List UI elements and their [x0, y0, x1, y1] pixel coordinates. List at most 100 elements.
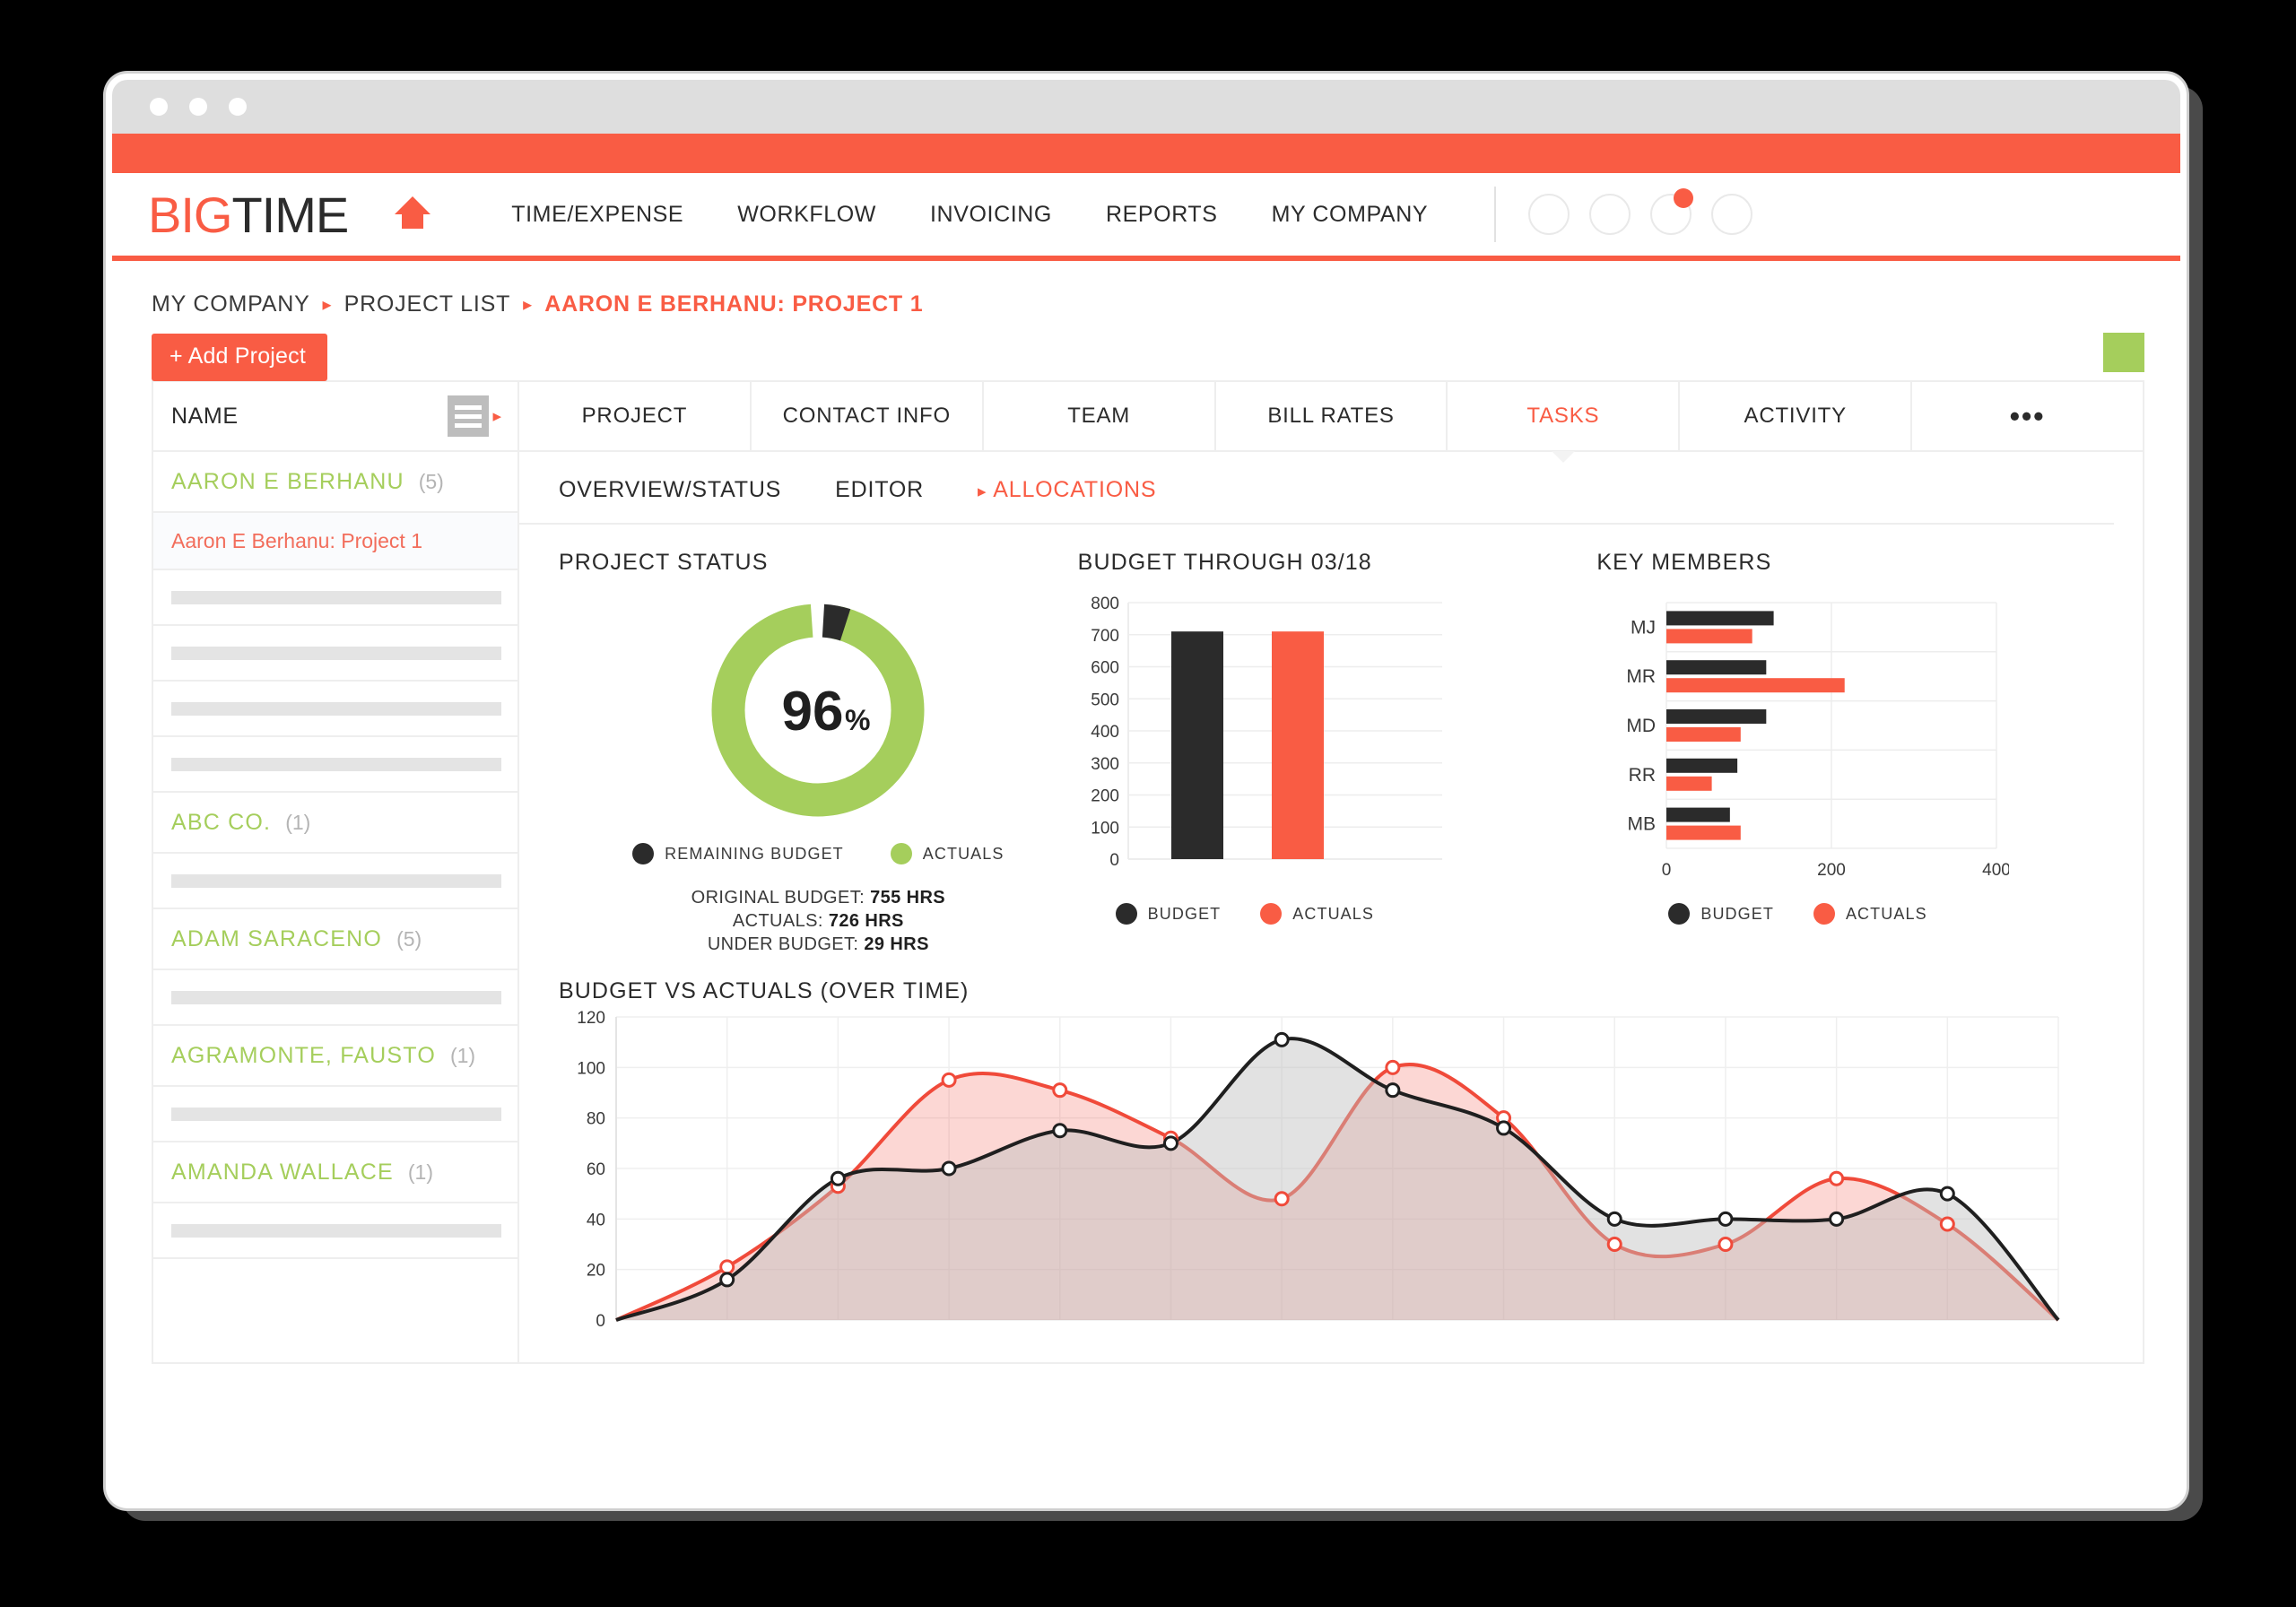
list-item[interactable] [153, 1203, 517, 1259]
legend-swatch [1115, 903, 1137, 925]
widget-budget-through: BUDGET THROUGH 03/18 0 100 200 300 400 500 600… [1078, 550, 1597, 955]
avatar-wrap-3[interactable] [1650, 188, 1694, 235]
sidebar-item-selected-project[interactable]: Aaron E Berhanu: Project 1 [153, 513, 517, 570]
sidebar-item-label: Aaron E Berhanu: Project 1 [171, 528, 422, 552]
status-marker-green[interactable] [2103, 333, 2144, 372]
list-view-icon[interactable] [448, 395, 490, 437]
nav-item-invoicing[interactable]: INVOICING [903, 202, 1079, 228]
bigtime-logo[interactable]: BIGTIME [148, 186, 349, 244]
stat-value: 726 HRS [828, 911, 904, 931]
tab-bill-rates[interactable]: BILL RATES [1216, 382, 1448, 450]
brand-top-strip [112, 134, 2180, 173]
hbar-legend: BUDGET ACTUALS [1668, 903, 2116, 925]
key-members-bar-chart: 0 200 400 MJ MR MD RR MB [1627, 602, 2011, 880]
home-icon[interactable] [391, 191, 434, 239]
stat-actuals: ACTUALS: 726 HRS [559, 911, 1078, 932]
legend-label: BUDGET [1700, 904, 1774, 923]
svg-text:20: 20 [587, 1262, 605, 1281]
notification-badge[interactable] [1674, 188, 1694, 208]
nav-item-reports[interactable]: REPORTS [1079, 202, 1245, 228]
sidebar-group-abc-co[interactable]: ABC CO. (1) [153, 793, 517, 854]
tab-tasks[interactable]: TASKS [1448, 382, 1681, 463]
avatar[interactable] [1711, 194, 1753, 235]
legend-item-remaining-budget: REMAINING BUDGET [632, 843, 844, 864]
legend-label: BUDGET [1147, 904, 1222, 923]
tab-activity[interactable]: ACTIVITY [1680, 382, 1913, 450]
nav-item-my-company[interactable]: MY COMPANY [1245, 202, 1456, 228]
svg-text:40: 40 [587, 1211, 605, 1229]
svg-text:200: 200 [1091, 787, 1119, 806]
list-item[interactable] [153, 682, 517, 737]
nav-item-time-expense[interactable]: TIME/EXPENSE [484, 202, 710, 228]
svg-text:MJ: MJ [1631, 617, 1656, 638]
stat-label: ACTUALS: [732, 911, 823, 931]
placeholder-bar [171, 873, 501, 888]
svg-text:0: 0 [1109, 851, 1119, 870]
sidebar-group-count: (5) [418, 469, 444, 493]
chevron-right-icon[interactable]: ▸ [492, 406, 501, 427]
svg-text:100: 100 [577, 1059, 605, 1078]
svg-text:800: 800 [1091, 595, 1119, 613]
column-header-name: NAME [171, 403, 239, 429]
budget-vs-actuals-area-chart: 0 20 40 60 80 100 120 [577, 1009, 2060, 1331]
budget-through-bar-chart: 0 100 200 300 400 500 600 700 800 [1091, 595, 1442, 870]
toolbar: + Add Project [112, 317, 2180, 381]
placeholder-bar [171, 701, 501, 716]
avatar-wrap-4[interactable] [1711, 194, 1753, 235]
avatar[interactable] [1589, 194, 1631, 235]
add-project-button[interactable]: + Add Project [152, 334, 328, 381]
sidebar-group-agramonte-fausto[interactable]: AGRAMONTE, FAUSTO (1) [153, 1026, 517, 1087]
sidebar-group-amanda-wallace[interactable]: AMANDA WALLACE (1) [153, 1142, 517, 1203]
nav-item-workflow[interactable]: WORKFLOW [710, 202, 903, 228]
tab-project[interactable]: PROJECT [519, 382, 752, 450]
main-nav: TIME/EXPENSE WORKFLOW INVOICING REPORTS … [484, 202, 1455, 228]
donut-legend: REMAINING BUDGET ACTUALS [559, 843, 1078, 864]
placeholder-bar [171, 590, 501, 604]
avatar-wrap-2[interactable] [1589, 194, 1631, 235]
widgets-row: PROJECT STATUS 96 % REMAINING BUDGET ACT… [519, 525, 2143, 955]
list-item[interactable] [153, 626, 517, 682]
project-list-sidebar: NAME ▸ AARON E BERHANU (5) Aaron E Berha… [152, 380, 519, 1364]
placeholder-bar [171, 757, 501, 771]
widget-title-budget-vs-actuals: BUDGET VS ACTUALS (OVER TIME) [559, 978, 970, 1003]
stat-original-budget: ORIGINAL BUDGET: 755 HRS [559, 888, 1078, 908]
svg-text:80: 80 [587, 1110, 605, 1129]
tab-team[interactable]: TEAM [984, 382, 1216, 450]
detail-subtabs: OVERVIEW/STATUS EDITOR ▸ ALLOCATIONS [519, 452, 2114, 525]
legend-swatch [890, 843, 912, 864]
svg-text:MD: MD [1627, 716, 1657, 736]
list-item[interactable] [153, 970, 517, 1026]
list-item[interactable] [153, 570, 517, 626]
logo-text-time: TIME [231, 186, 349, 243]
widget-title-budget-through: BUDGET THROUGH 03/18 [1077, 550, 1372, 575]
sidebar-group-adam-saraceno[interactable]: ADAM SARACENO (5) [153, 909, 517, 970]
donut-center-unit: % [845, 704, 870, 736]
sidebar-header: NAME ▸ [153, 382, 517, 452]
breadcrumb-item-project-list[interactable]: PROJECT LIST [344, 291, 511, 317]
breadcrumb-item-my-company[interactable]: MY COMPANY [152, 291, 310, 317]
list-item[interactable] [153, 737, 517, 793]
browser-window: BIGTIME TIME/EXPENSE WORKFLOW INVOICING … [106, 74, 2187, 1508]
tab-more-menu[interactable]: ••• [1912, 382, 2143, 450]
tab-contact-info[interactable]: CONTACT INFO [752, 382, 984, 450]
avatar-wrap-1[interactable] [1528, 194, 1570, 235]
legend-label: ACTUALS [922, 844, 1004, 863]
widget-key-members: KEY MEMBERS 0 200 400 MJ MR MD RR MB BUDGET ACT… [1596, 550, 2116, 955]
list-item[interactable] [153, 1087, 517, 1142]
list-item[interactable] [153, 854, 517, 909]
breadcrumb: MY COMPANY ▸ PROJECT LIST ▸ AARON E BERH… [112, 261, 2180, 317]
breadcrumb-item-current-project[interactable]: AARON E BERHANU: PROJECT 1 [544, 291, 923, 317]
subtab-editor[interactable]: EDITOR [835, 477, 924, 503]
subtab-allocations-label: ALLOCATIONS [993, 477, 1157, 502]
svg-text:300: 300 [1091, 755, 1119, 774]
window-close-dot[interactable] [150, 98, 168, 116]
avatar[interactable] [1528, 194, 1570, 235]
sidebar-group-aaron-e-berhanu[interactable]: AARON E BERHANU (5) [153, 452, 517, 513]
browser-titlebar [112, 80, 2180, 134]
subtab-overview-status[interactable]: OVERVIEW/STATUS [559, 477, 781, 503]
subtab-allocations[interactable]: ▸ ALLOCATIONS [978, 477, 1156, 503]
window-maximize-dot[interactable] [229, 98, 247, 116]
svg-text:200: 200 [1817, 861, 1846, 880]
svg-text:MR: MR [1627, 666, 1657, 687]
window-minimize-dot[interactable] [189, 98, 207, 116]
